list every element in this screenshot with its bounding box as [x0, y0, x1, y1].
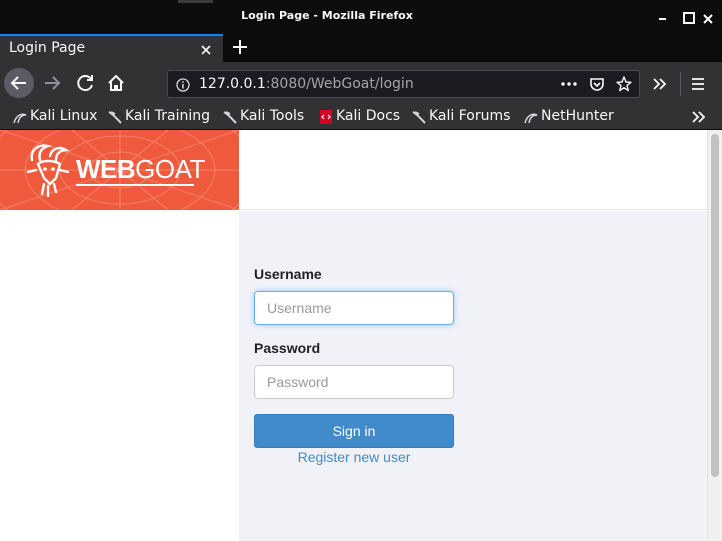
tab-strip: Login Page	[0, 34, 722, 62]
webgoat-wordmark: WEBGOAT	[76, 154, 205, 185]
password-input[interactable]	[254, 365, 454, 399]
nethunter-icon	[523, 109, 539, 125]
kali-icon	[222, 109, 238, 125]
login-panel: Username Password Sign in Register new u…	[239, 211, 707, 541]
navigation-toolbar: 127.0.0.1:8080/WebGoat/login	[0, 62, 722, 104]
register-new-user-link[interactable]: Register new user	[254, 449, 454, 465]
new-tab-icon[interactable]	[231, 38, 249, 56]
docs-icon	[318, 109, 334, 125]
kali-icon	[12, 109, 28, 125]
password-label: Password	[254, 340, 321, 356]
tab-login-page[interactable]: Login Page	[0, 34, 223, 62]
star-icon[interactable]	[615, 75, 633, 93]
forward-icon[interactable]	[37, 68, 67, 98]
close-tab-icon[interactable]	[199, 42, 213, 56]
url-bar[interactable]: 127.0.0.1:8080/WebGoat/login	[167, 70, 640, 98]
page-scrollbar[interactable]	[707, 130, 722, 541]
bookmark-label: Kali Training	[125, 108, 210, 124]
kali-icon	[107, 109, 123, 125]
maximize-icon[interactable]	[681, 10, 695, 24]
username-input[interactable]	[254, 291, 454, 325]
url-text: 127.0.0.1:8080/WebGoat/login	[199, 76, 414, 92]
sign-in-button[interactable]: Sign in	[254, 414, 454, 448]
url-path: :8080/WebGoat/login	[265, 76, 414, 92]
bookmarks-toolbar: Kali Linux Kali Training Kali Tools Kali…	[0, 104, 722, 130]
reload-icon[interactable]	[70, 68, 100, 98]
window-titlebar: Login Page - Mozilla Firefox	[0, 0, 722, 34]
username-label: Username	[254, 266, 322, 282]
titlebar-accent	[178, 0, 213, 3]
url-host: 127.0.0.1	[199, 76, 266, 92]
bookmark-label: Kali Tools	[240, 108, 305, 124]
scrollbar-thumb[interactable]	[711, 134, 719, 477]
wordmark-bold: WEB	[76, 154, 136, 184]
back-icon[interactable]	[4, 68, 34, 98]
left-sidebar	[0, 210, 239, 541]
more-icon[interactable]	[558, 74, 580, 94]
wordmark-underline	[76, 184, 194, 186]
page-viewport: WEBGOAT Username Password Sign in Regist…	[0, 130, 722, 541]
bookmark-label: NetHunter	[541, 108, 614, 124]
wordmark-thin: GOAT	[135, 154, 205, 184]
bookmark-label: Kali Linux	[30, 108, 98, 124]
home-icon[interactable]	[101, 68, 131, 98]
goat-logo-icon	[26, 144, 70, 198]
toolbar-separator	[680, 72, 681, 96]
kali-icon	[411, 109, 427, 125]
tab-label: Login Page	[9, 40, 86, 56]
minimize-icon[interactable]	[657, 10, 669, 22]
close-window-icon[interactable]	[702, 10, 714, 24]
webgoat-brand[interactable]: WEBGOAT	[0, 130, 239, 210]
pocket-icon[interactable]	[588, 75, 606, 93]
page-header	[239, 130, 707, 210]
bookmarks-overflow-icon[interactable]	[690, 108, 708, 126]
bookmark-label: Kali Docs	[336, 108, 401, 124]
window-title: Login Page - Mozilla Firefox	[241, 9, 413, 22]
info-icon[interactable]	[176, 77, 190, 92]
menu-icon[interactable]	[688, 74, 708, 94]
overflow-icon[interactable]	[650, 74, 670, 94]
bookmark-label: Kali Forums	[429, 108, 511, 124]
